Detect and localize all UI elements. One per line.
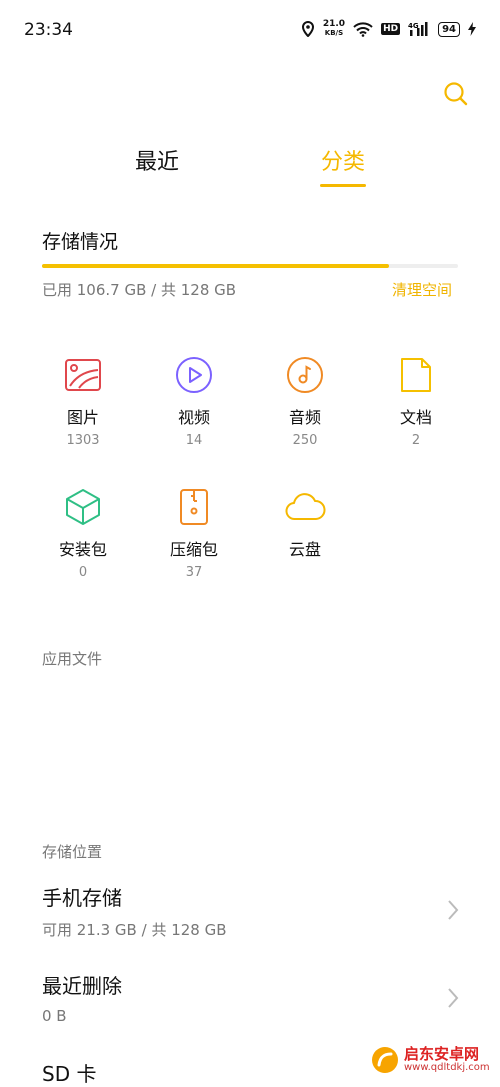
category-count: 0 — [78, 565, 88, 580]
location-title: 最近删除 — [42, 974, 122, 998]
category-images[interactable]: 图片 1303 — [33, 355, 133, 448]
watermark-text: 启东安卓网 — [404, 1045, 480, 1063]
category-count: 1303 — [66, 433, 100, 448]
chevron-right-icon — [448, 988, 459, 1008]
category-label: 视频 — [177, 408, 210, 427]
tab-recent[interactable]: 最近 — [135, 144, 179, 176]
status-time: 23:34 — [24, 20, 73, 40]
search-icon[interactable] — [441, 79, 471, 109]
document-icon — [401, 358, 431, 392]
watermark-logo-icon — [372, 1047, 398, 1073]
active-tab-indicator — [320, 184, 366, 187]
category-count: 37 — [185, 565, 203, 580]
location-subtitle: 0 B — [42, 1007, 67, 1025]
tab-categories[interactable]: 分类 — [321, 144, 365, 176]
storage-progress-bar — [42, 264, 458, 268]
category-packages[interactable]: 安装包 0 — [33, 487, 133, 580]
battery-level: 94 — [438, 21, 460, 37]
image-icon — [65, 359, 101, 391]
storage-title: 存储情况 — [42, 231, 119, 253]
category-cloud[interactable]: 云盘 — [255, 487, 355, 560]
location-phone-storage[interactable]: 手机存储 可用 21.3 GB / 共 128 GB — [0, 870, 500, 950]
archive-icon — [180, 489, 208, 525]
chevron-right-icon — [448, 900, 459, 920]
category-label: 云盘 — [288, 540, 321, 559]
category-label: 文档 — [399, 408, 432, 427]
category-label: 图片 — [66, 408, 99, 427]
category-videos[interactable]: 视频 14 — [144, 355, 244, 448]
storage-progress-fill — [42, 264, 389, 268]
location-recently-deleted[interactable]: 最近删除 0 B — [0, 958, 500, 1038]
category-count: 14 — [185, 433, 203, 448]
charging-icon — [468, 22, 476, 36]
app-files-title: 应用文件 — [42, 650, 103, 668]
cloud-icon — [285, 493, 326, 520]
location-title: 手机存储 — [42, 886, 122, 910]
signal-icon: 4G — [408, 22, 428, 36]
category-count: 250 — [292, 433, 318, 448]
package-icon — [66, 489, 100, 525]
category-audio[interactable]: 音频 250 — [255, 355, 355, 448]
video-icon — [176, 357, 212, 393]
category-count: 2 — [411, 433, 421, 448]
category-label: 压缩包 — [169, 540, 218, 559]
category-label: 安装包 — [58, 540, 107, 559]
hd-badge: HD — [381, 23, 401, 35]
storage-usage-text: 已用 106.7 GB / 共 128 GB — [42, 281, 237, 299]
category-documents[interactable]: 文档 2 — [366, 355, 466, 448]
category-label: 音频 — [288, 408, 321, 427]
watermark-url: www.qdltdkj.com — [404, 1062, 490, 1073]
network-speed: 21.0 KB/S — [322, 19, 346, 38]
watermark: 启东安卓网 www.qdltdkj.com — [370, 1045, 490, 1075]
status-icons: 21.0 KB/S HD 4G 94 — [301, 20, 476, 38]
location-sd-card[interactable]: SD 卡 — [0, 1048, 360, 1086]
clean-space-button[interactable]: 清理空间 — [392, 279, 452, 300]
location-icon — [301, 21, 314, 37]
audio-icon — [287, 357, 323, 393]
wifi-icon — [353, 22, 373, 37]
storage-locations-title: 存储位置 — [42, 843, 103, 861]
category-archives[interactable]: 压缩包 37 — [144, 487, 244, 580]
location-title: SD 卡 — [42, 1062, 97, 1086]
location-subtitle: 可用 21.3 GB / 共 128 GB — [42, 921, 227, 939]
